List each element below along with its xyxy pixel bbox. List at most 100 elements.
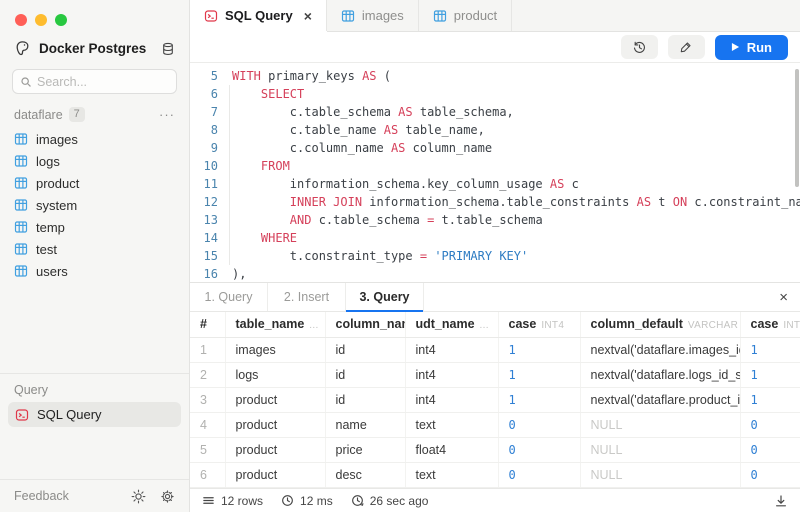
editor-line[interactable]: 14 WHERE xyxy=(190,229,800,247)
format-query-button[interactable] xyxy=(668,35,705,59)
row-number-cell[interactable]: 1 xyxy=(190,337,225,362)
data-cell[interactable]: name xyxy=(325,412,405,437)
editor-line[interactable]: 13 AND c.table_schema = t.table_schema xyxy=(190,211,800,229)
editor-line[interactable]: 5WITH primary_keys AS ( xyxy=(190,67,800,85)
query-history-button[interactable] xyxy=(621,35,658,59)
data-cell[interactable]: 0 xyxy=(740,412,800,437)
data-cell[interactable]: 0 xyxy=(740,437,800,462)
data-cell[interactable]: NULL xyxy=(580,412,740,437)
column-header[interactable]: table_name... xyxy=(225,312,325,337)
sidebar-table-item[interactable]: users xyxy=(0,260,189,282)
editor-scrollbar[interactable] xyxy=(795,69,799,187)
data-cell[interactable]: NULL xyxy=(580,437,740,462)
row-number-cell[interactable]: 2 xyxy=(190,362,225,387)
column-header[interactable]: column_defaultVARCHAR xyxy=(580,312,740,337)
data-cell[interactable]: logs xyxy=(225,362,325,387)
data-cell[interactable]: 0 xyxy=(498,437,580,462)
data-cell[interactable]: product xyxy=(225,437,325,462)
database-icon[interactable] xyxy=(161,42,175,56)
minimize-window-button[interactable] xyxy=(35,14,47,26)
row-number-cell[interactable]: 3 xyxy=(190,387,225,412)
data-cell[interactable]: id xyxy=(325,387,405,412)
table-row[interactable]: 2logsidint41nextval('dataflare.logs_id_s… xyxy=(190,362,800,387)
editor-line[interactable]: 7 c.table_schema AS table_schema, xyxy=(190,103,800,121)
sidebar-table-item[interactable]: product xyxy=(0,172,189,194)
data-cell[interactable]: 1 xyxy=(498,387,580,412)
data-cell[interactable]: nextval('dataflare.product_id_… xyxy=(580,387,740,412)
editor-line[interactable]: 10 FROM xyxy=(190,157,800,175)
data-cell[interactable]: 0 xyxy=(498,462,580,487)
column-header[interactable]: column_name... xyxy=(325,312,405,337)
data-cell[interactable]: product xyxy=(225,412,325,437)
editor-line[interactable]: 9 c.column_name AS column_name xyxy=(190,139,800,157)
data-cell[interactable]: int4 xyxy=(405,337,498,362)
row-number-cell[interactable]: 5 xyxy=(190,437,225,462)
sidebar-table-item[interactable]: system xyxy=(0,194,189,216)
data-cell[interactable]: 1 xyxy=(498,337,580,362)
column-header[interactable]: # xyxy=(190,312,225,337)
data-cell[interactable]: product xyxy=(225,387,325,412)
data-cell[interactable]: int4 xyxy=(405,387,498,412)
column-header[interactable]: caseINT4 xyxy=(740,312,800,337)
data-cell[interactable]: price xyxy=(325,437,405,462)
editor-line[interactable]: 12 INNER JOIN information_schema.table_c… xyxy=(190,193,800,211)
close-tab-icon[interactable]: × xyxy=(304,9,312,23)
sidebar-table-item[interactable]: test xyxy=(0,238,189,260)
data-cell[interactable]: nextval('dataflare.images_id_s… xyxy=(580,337,740,362)
data-cell[interactable]: nextval('dataflare.logs_id_seq'… xyxy=(580,362,740,387)
editor-line[interactable]: 8 c.table_name AS table_name, xyxy=(190,121,800,139)
sidebar-table-item[interactable]: images xyxy=(0,128,189,150)
editor-line[interactable]: 16), xyxy=(190,265,800,282)
data-cell[interactable]: 0 xyxy=(740,462,800,487)
close-window-button[interactable] xyxy=(15,14,27,26)
table-row[interactable]: 5productpricefloat40NULL0 xyxy=(190,437,800,462)
data-cell[interactable]: id xyxy=(325,362,405,387)
schema-row[interactable]: dataflare 7 ··· xyxy=(0,94,189,126)
data-cell[interactable]: 1 xyxy=(740,387,800,412)
sidebar-search[interactable] xyxy=(12,69,177,94)
data-cell[interactable]: text xyxy=(405,412,498,437)
data-cell[interactable]: images xyxy=(225,337,325,362)
editor-line[interactable]: 15 t.constraint_type = 'PRIMARY KEY' xyxy=(190,247,800,265)
table-row[interactable]: 1imagesidint41nextval('dataflare.images_… xyxy=(190,337,800,362)
zoom-window-button[interactable] xyxy=(55,14,67,26)
editor-tab[interactable]: images xyxy=(327,0,419,31)
data-cell[interactable]: product xyxy=(225,462,325,487)
column-header[interactable]: udt_name... xyxy=(405,312,498,337)
data-cell[interactable]: 0 xyxy=(498,412,580,437)
settings-gear-icon[interactable] xyxy=(160,489,175,504)
close-results-icon[interactable]: × xyxy=(779,289,788,306)
data-cell[interactable]: 1 xyxy=(740,337,800,362)
feedback-link[interactable]: Feedback xyxy=(14,489,117,503)
editor-tab[interactable]: product xyxy=(419,0,512,31)
run-query-button[interactable]: Run xyxy=(715,35,788,60)
row-number-cell[interactable]: 4 xyxy=(190,412,225,437)
data-cell[interactable]: id xyxy=(325,337,405,362)
data-cell[interactable]: 1 xyxy=(498,362,580,387)
schema-menu-icon[interactable]: ··· xyxy=(159,107,175,122)
search-input[interactable] xyxy=(37,75,169,89)
data-cell[interactable]: desc xyxy=(325,462,405,487)
column-header[interactable]: caseINT4 xyxy=(498,312,580,337)
sidebar-table-item[interactable]: temp xyxy=(0,216,189,238)
export-download-icon[interactable] xyxy=(774,494,788,508)
editor-tab[interactable]: SQL Query × xyxy=(190,0,327,31)
result-tab[interactable]: 1. Query xyxy=(190,283,268,311)
data-cell[interactable]: 1 xyxy=(740,362,800,387)
data-cell[interactable]: int4 xyxy=(405,362,498,387)
result-tab[interactable]: 3. Query xyxy=(346,283,424,311)
editor-line[interactable]: 11 information_schema.key_column_usage A… xyxy=(190,175,800,193)
row-number-cell[interactable]: 6 xyxy=(190,462,225,487)
sidebar-item-sql-query[interactable]: SQL Query xyxy=(8,402,181,427)
editor-line[interactable]: 6 SELECT xyxy=(190,85,800,103)
data-cell[interactable]: NULL xyxy=(580,462,740,487)
result-tab[interactable]: 2. Insert xyxy=(268,283,346,311)
table-row[interactable]: 6productdesctext0NULL0 xyxy=(190,462,800,487)
table-row[interactable]: 4productnametext0NULL0 xyxy=(190,412,800,437)
sidebar-table-item[interactable]: logs xyxy=(0,150,189,172)
data-cell[interactable]: text xyxy=(405,462,498,487)
data-cell[interactable]: float4 xyxy=(405,437,498,462)
sql-editor[interactable]: 5WITH primary_keys AS (6 SELECT7 c.table… xyxy=(190,62,800,282)
table-row[interactable]: 3productidint41nextval('dataflare.produc… xyxy=(190,387,800,412)
theme-sun-icon[interactable] xyxy=(131,489,146,504)
